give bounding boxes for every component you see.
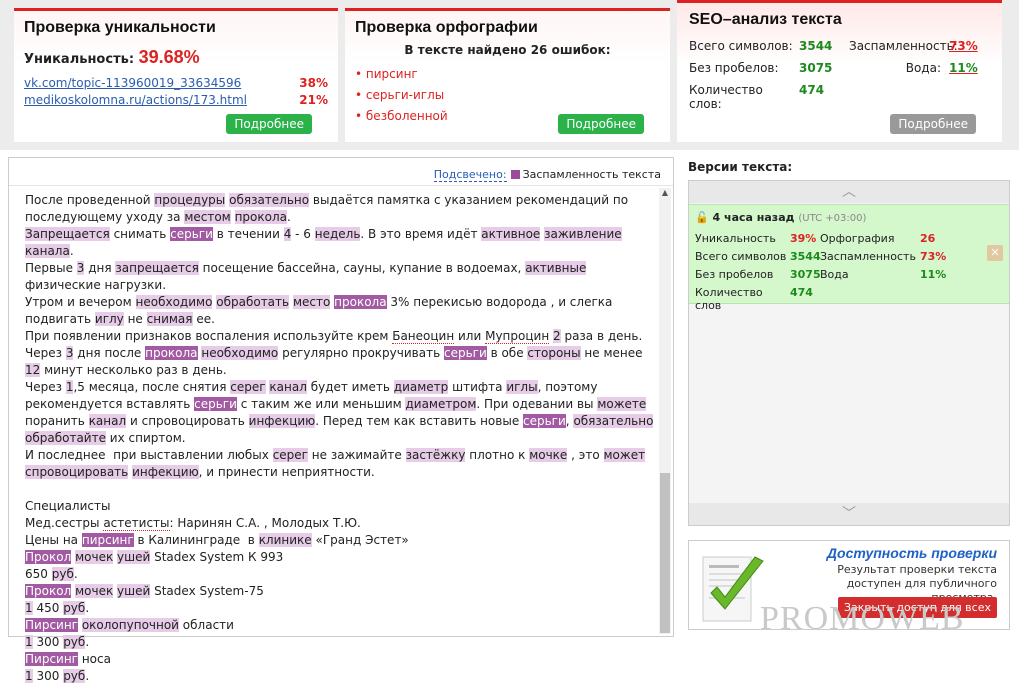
no-spaces-value: 3075 bbox=[799, 61, 833, 75]
spelling-summary: В тексте найдено 26 ошибок: bbox=[404, 43, 611, 57]
version-stats: Уникальность 39% Орфография 26 Всего сим… bbox=[695, 232, 1003, 312]
version-uniq-label: Уникальность bbox=[695, 232, 776, 245]
spam-label: Заспамленность: bbox=[849, 39, 958, 53]
spelling-panel: Проверка орфографии В тексте найдено 26 … bbox=[345, 8, 670, 142]
version-item[interactable]: 🔓 4 часа назад (UTC +03:00) Уникальность… bbox=[689, 204, 1009, 312]
uniqueness-title: Проверка уникальности bbox=[24, 19, 216, 36]
chevron-up-icon[interactable]: ︿ bbox=[689, 181, 1009, 203]
total-chars-value: 3544 bbox=[799, 39, 833, 53]
source-link[interactable]: medikoskolomna.ru/actions/173.html bbox=[24, 93, 247, 107]
source-row: medikoskolomna.ru/actions/173.html 21% bbox=[24, 93, 328, 107]
version-total-label: Всего символов bbox=[695, 250, 787, 263]
access-title: Доступность проверки bbox=[826, 545, 997, 561]
version-water-label: Вода bbox=[820, 268, 849, 281]
version-words-value: 474 bbox=[790, 286, 813, 299]
source-percent: 21% bbox=[299, 93, 328, 107]
seo-more-button[interactable]: Подробнее bbox=[890, 114, 976, 134]
unlock-icon: 🔓 bbox=[695, 211, 709, 224]
watermark: PROMOWEB bbox=[760, 600, 965, 637]
uniqueness-label: Уникальность: bbox=[24, 52, 135, 67]
version-time: 4 часа назад bbox=[712, 211, 795, 224]
version-spam-label: Заспамленность bbox=[820, 250, 916, 263]
source-link[interactable]: vk.com/topic-113960019_33634596 bbox=[24, 76, 241, 90]
version-header: 🔓 4 часа назад (UTC +03:00) bbox=[695, 211, 1003, 224]
seo-stats: Всего символов: 3544 Заспамленность: 73%… bbox=[689, 39, 990, 111]
version-spell-label: Орфография bbox=[820, 232, 895, 245]
document-check-icon bbox=[702, 556, 764, 622]
spelling-error[interactable]: пирсинг bbox=[355, 67, 660, 81]
version-uniq-value: 39% bbox=[790, 232, 817, 245]
water-value: 11% bbox=[949, 61, 978, 75]
text-editor[interactable]: Подсвечено: Заспамленность текста После п… bbox=[8, 157, 674, 683]
uniqueness-summary: Уникальность: 39.68% bbox=[24, 47, 328, 68]
version-timezone: (UTC +03:00) bbox=[798, 213, 867, 224]
spelling-error[interactable]: серьги-иглы bbox=[355, 88, 660, 102]
chevron-down-icon[interactable]: ﹀ bbox=[689, 503, 1009, 525]
uniqueness-panel: Проверка уникальности Уникальность: 39.6… bbox=[14, 8, 338, 142]
version-nospace-label: Без пробелов bbox=[695, 268, 774, 281]
source-row: vk.com/topic-113960019_33634596 38% bbox=[24, 76, 328, 90]
source-percent: 38% bbox=[299, 76, 328, 90]
spam-value: 73% bbox=[949, 39, 978, 53]
version-water-value: 11% bbox=[920, 268, 947, 281]
version-total-value: 3544 bbox=[790, 250, 821, 263]
close-icon[interactable]: ✕ bbox=[987, 245, 1003, 261]
highlight-swatch bbox=[510, 170, 520, 179]
no-spaces-label: Без пробелов: bbox=[689, 61, 779, 75]
version-spam-value: 73% bbox=[920, 250, 947, 263]
uniqueness-more-button[interactable]: Подробнее bbox=[226, 114, 312, 134]
seo-title: SEO–анализ текста bbox=[689, 11, 842, 28]
checked-text[interactable]: После проведенной процедуры обязательно … bbox=[25, 192, 655, 685]
versions-panel: ︿ 🔓 4 часа назад (UTC +03:00) Уникальнос… bbox=[688, 180, 1010, 526]
version-nospace-value: 3075 bbox=[790, 268, 821, 281]
editor-scrollbar[interactable]: ▲ bbox=[659, 188, 671, 634]
word-count-value: 474 bbox=[799, 83, 825, 97]
spelling-more-button[interactable]: Подробнее bbox=[558, 114, 644, 134]
spelling-title: Проверка орфографии bbox=[355, 19, 538, 36]
scroll-thumb[interactable] bbox=[660, 473, 670, 633]
version-words-label: Количество слов bbox=[695, 286, 763, 312]
word-count-label: Количество слов: bbox=[689, 83, 763, 111]
version-spell-value: 26 bbox=[920, 232, 936, 245]
total-chars-label: Всего символов: bbox=[689, 39, 793, 53]
seo-panel: SEO–анализ текста Всего символов: 3544 З… bbox=[677, 0, 1002, 142]
uniqueness-value: 39.68% bbox=[138, 47, 200, 67]
water-label: Вода: bbox=[905, 61, 941, 75]
versions-title: Версии текста: bbox=[688, 160, 793, 174]
scroll-up-icon[interactable]: ▲ bbox=[659, 188, 671, 198]
highlight-toggle[interactable]: Подсвечено: bbox=[433, 168, 507, 182]
highlight-legend: Подсвечено: Заспамленность текста bbox=[9, 158, 673, 186]
highlight-legend-label: Заспамленность текста bbox=[522, 168, 661, 181]
